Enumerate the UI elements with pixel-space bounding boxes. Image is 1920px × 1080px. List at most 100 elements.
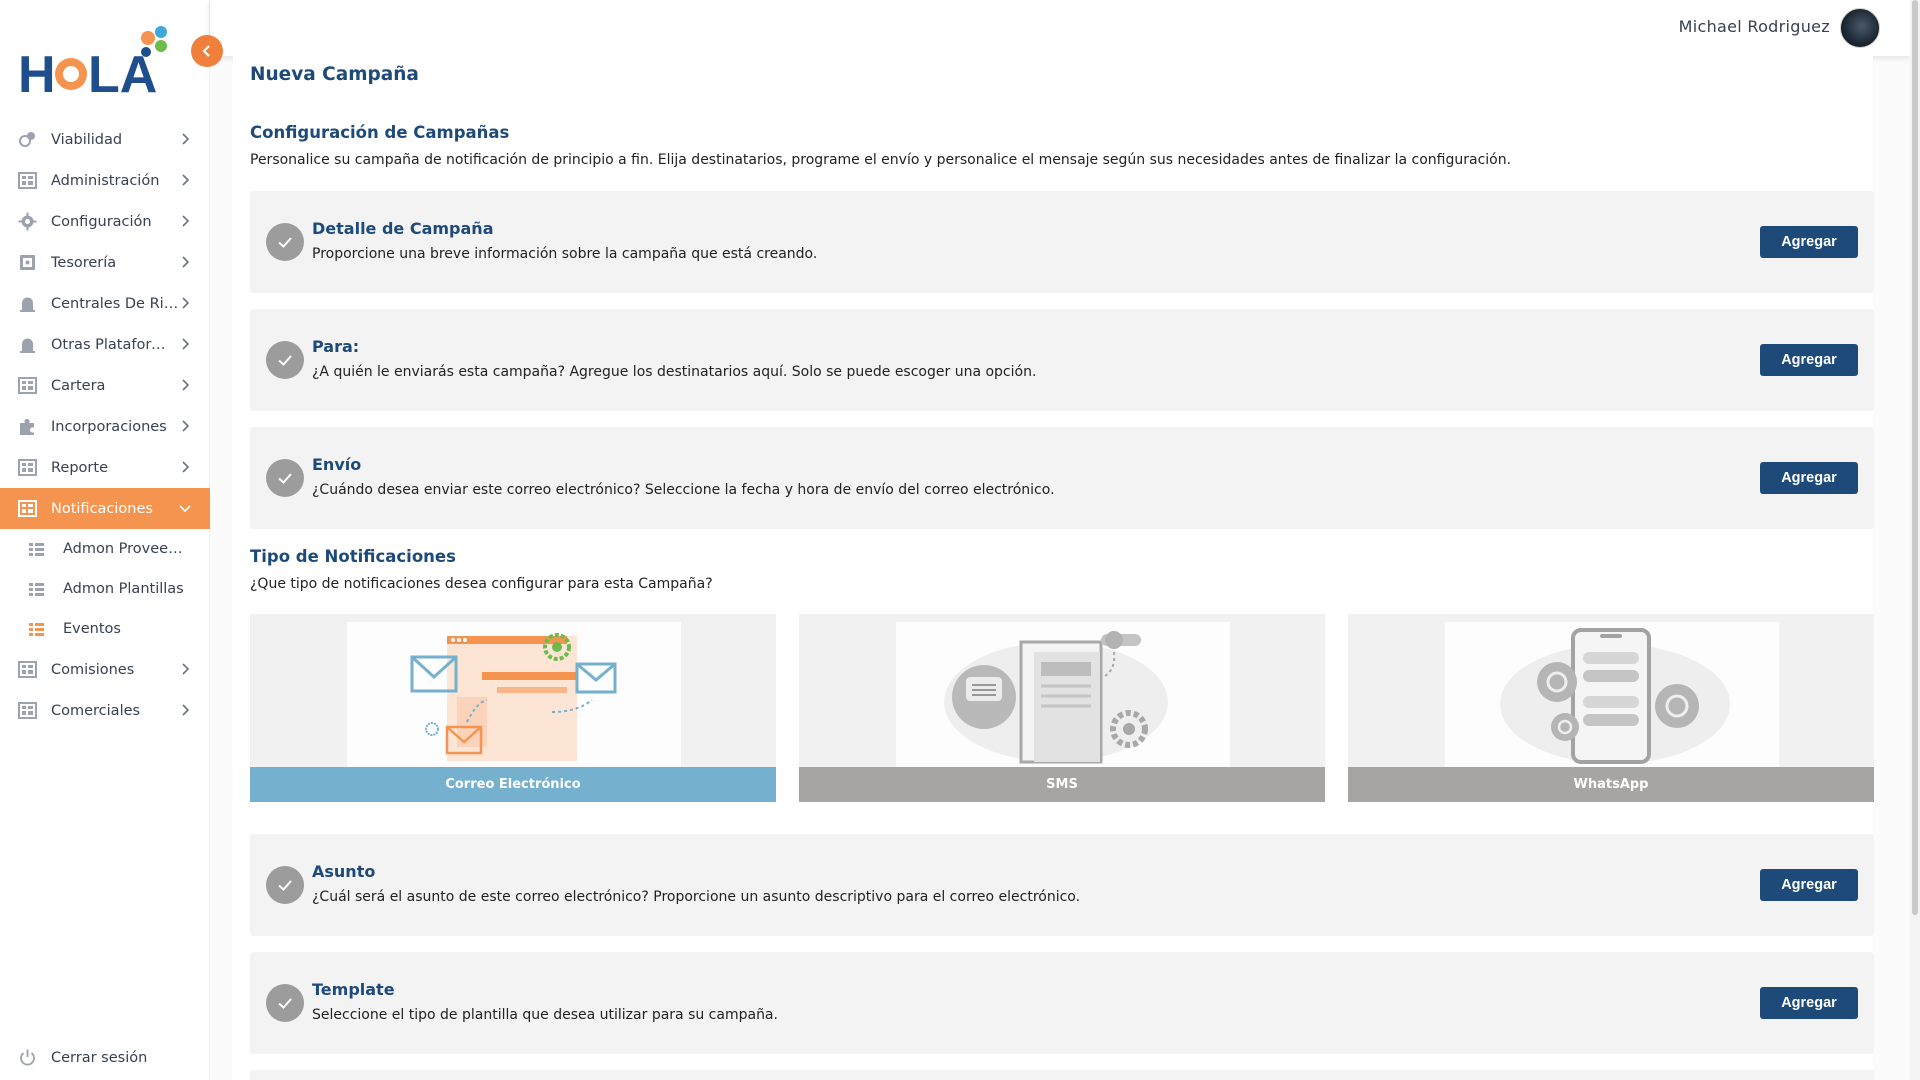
sidebar-item-administracion[interactable]: Administración (0, 160, 210, 201)
sidebar-item-label: Configuración (51, 213, 152, 230)
notification-types-description: ¿Que tipo de notificaciones desea config… (250, 576, 713, 592)
sidebar: H LA Viabilidad Administración Configura… (0, 0, 210, 1080)
card-title: Para: (312, 337, 360, 356)
chevron-right-icon (182, 379, 190, 391)
logout-label: Cerrar sesión (51, 1049, 148, 1066)
grid-icon (18, 499, 37, 518)
recipients-card: Para: ¿A quién le enviarás esta campaña?… (250, 309, 1874, 411)
sidebar-subitem-label: Eventos (63, 621, 121, 637)
notification-types-title: Tipo de Notificaciones (250, 547, 456, 566)
sidebar-item-label: Cartera (51, 377, 106, 394)
logout-button[interactable]: Cerrar sesión (18, 1048, 147, 1067)
next-card-partial (250, 1070, 1874, 1080)
sidebar-item-comisiones[interactable]: Comisiones (0, 649, 210, 690)
sidebar-nav: Viabilidad Administración Configuración … (0, 119, 210, 731)
grid-icon (18, 701, 37, 720)
sidebar-item-otras-plataformas[interactable]: Otras Plataformas (0, 324, 210, 365)
check-icon (266, 341, 304, 379)
notification-type-email[interactable]: Correo Electrónico (250, 614, 776, 802)
sms-illustration (896, 622, 1230, 768)
scrollbar[interactable] (1910, 0, 1920, 1080)
sidebar-item-incorporaciones[interactable]: Incorporaciones (0, 406, 210, 447)
sidebar-item-cartera[interactable]: Cartera (0, 365, 210, 406)
sidebar-item-label: Comerciales (51, 702, 141, 719)
schedule-card: Envío ¿Cuándo desea enviar este correo e… (250, 427, 1874, 529)
sidebar-subitem-admon-proveedores[interactable]: Admon Proveedores (0, 529, 210, 569)
config-section-title: Configuración de Campañas (250, 123, 510, 142)
sidebar-item-reporte[interactable]: Reporte (0, 447, 210, 488)
tile-label: SMS (799, 767, 1325, 802)
chevron-right-icon (182, 338, 190, 350)
chevron-right-icon (182, 663, 190, 675)
avatar[interactable] (1840, 8, 1880, 48)
chevron-left-icon (202, 45, 210, 57)
sidebar-item-label: Comisiones (51, 661, 135, 678)
grid-icon (18, 376, 37, 395)
sidebar-subitem-label: Admon Plantillas (63, 581, 184, 597)
add-schedule-button[interactable]: Agregar (1760, 462, 1858, 494)
svg-text:H: H (18, 46, 56, 96)
tile-label: Correo Electrónico (250, 767, 776, 802)
notification-type-whatsapp[interactable]: WhatsApp (1348, 614, 1874, 802)
chevron-right-icon (182, 704, 190, 716)
card-title: Detalle de Campaña (312, 219, 494, 238)
add-subject-button[interactable]: Agregar (1760, 869, 1858, 901)
card-title: Template (312, 980, 395, 999)
gear-icon (18, 212, 37, 231)
collapse-sidebar-button[interactable] (191, 35, 223, 67)
sidebar-subitem-admon-plantillas[interactable]: Admon Plantillas (0, 569, 210, 609)
sidebar-item-tesoreria[interactable]: Tesorería (0, 242, 210, 283)
alarm-icon (18, 335, 37, 354)
chevron-right-icon (182, 420, 190, 432)
card-description: Seleccione el tipo de plantilla que dese… (312, 1007, 778, 1023)
grid-icon (18, 660, 37, 679)
scrollbar-thumb[interactable] (1912, 0, 1918, 915)
puzzle-icon (18, 417, 37, 436)
check-icon (266, 984, 304, 1022)
card-title: Asunto (312, 862, 376, 881)
email-illustration (347, 622, 681, 768)
chevron-right-icon (182, 174, 190, 186)
card-description: ¿A quién le enviarás esta campaña? Agreg… (312, 364, 1037, 380)
grid-icon (18, 458, 37, 477)
power-icon (20, 1049, 35, 1066)
sidebar-item-viabilidad[interactable]: Viabilidad (0, 119, 210, 160)
check-icon (266, 459, 304, 497)
add-campaign-detail-button[interactable]: Agregar (1760, 226, 1858, 258)
sidebar-item-label: Tesorería (51, 254, 117, 271)
sidebar-subitem-eventos[interactable]: Eventos (0, 609, 210, 649)
subject-card: Asunto ¿Cuál será el asunto de este corr… (250, 834, 1874, 936)
template-card: Template Seleccione el tipo de plantilla… (250, 952, 1874, 1054)
chevron-down-icon (179, 505, 191, 513)
sidebar-item-notificaciones[interactable]: Notificaciones (0, 488, 210, 529)
main-content: Nueva Campaña Configuración de Campañas … (233, 56, 1874, 1080)
notification-type-sms[interactable]: SMS (799, 614, 1325, 802)
chevron-right-icon (182, 256, 190, 268)
sidebar-item-centrales-de-riesgo[interactable]: Centrales De Riesgo (0, 283, 210, 324)
card-description: Proporcione una breve información sobre … (312, 246, 818, 262)
grid-icon (18, 171, 37, 190)
sidebar-item-label: Viabilidad (51, 131, 123, 148)
add-recipients-button[interactable]: Agregar (1760, 344, 1858, 376)
add-template-button[interactable]: Agregar (1760, 987, 1858, 1019)
list-icon (29, 622, 44, 636)
top-bar: Michael Rodriguez (210, 0, 1910, 56)
sidebar-item-comerciales[interactable]: Comerciales (0, 690, 210, 731)
safe-icon (18, 253, 37, 272)
sidebar-item-label: Notificaciones (51, 500, 153, 517)
campaign-detail-card: Detalle de Campaña Proporcione una breve… (250, 191, 1874, 293)
config-section-description: Personalice su campaña de notificación d… (250, 152, 1512, 168)
alarm-icon (18, 294, 37, 313)
sidebar-item-label: Administración (51, 172, 160, 189)
chevron-right-icon (182, 461, 190, 473)
check-icon (266, 223, 304, 261)
check-icon (266, 866, 304, 904)
sidebar-item-label: Incorporaciones (51, 418, 167, 435)
whatsapp-illustration (1445, 622, 1779, 768)
list-icon (29, 542, 44, 556)
chevron-right-icon (182, 133, 190, 145)
sidebar-subitem-label: Admon Proveedores (63, 541, 185, 557)
sidebar-item-configuracion[interactable]: Configuración (0, 201, 210, 242)
user-name[interactable]: Michael Rodriguez (1679, 17, 1830, 36)
chevron-right-icon (182, 297, 190, 309)
